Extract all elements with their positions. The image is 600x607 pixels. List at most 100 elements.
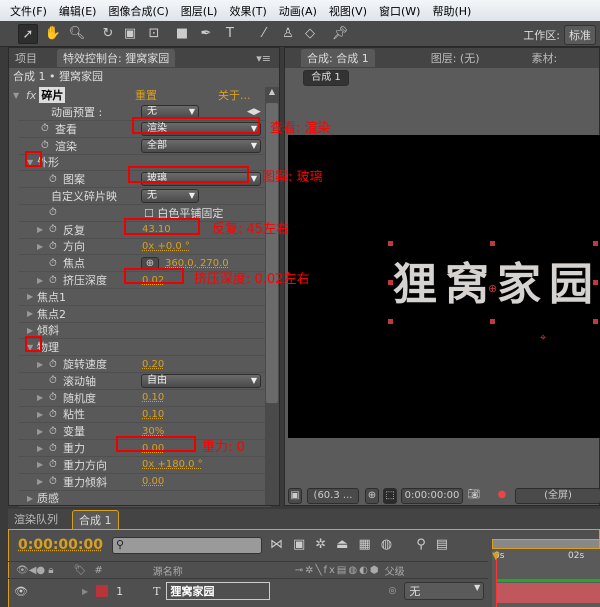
stopwatch-icon[interactable]: ⏱︎ <box>49 207 61 218</box>
about-link[interactable]: 关于... <box>218 87 251 103</box>
menu-item[interactable]: 视图(V) <box>329 3 367 19</box>
expand-triangle-icon[interactable]: ▶ <box>37 427 47 436</box>
comp-nav-button[interactable]: 合成 1 <box>303 70 349 86</box>
transform-handle[interactable] <box>593 280 598 285</box>
panel-menu-icon[interactable]: ▾≡ <box>256 52 271 65</box>
stopwatch-icon[interactable]: ⏱︎ <box>49 409 61 420</box>
property-value[interactable]: 0.10 <box>142 409 164 420</box>
scroll-up-icon[interactable]: ▲ <box>265 87 279 101</box>
stopwatch-icon[interactable]: ⏱︎ <box>49 258 61 269</box>
stopwatch-icon[interactable]: ⏱︎ <box>49 375 61 386</box>
property-dropdown[interactable]: 无 ▼ <box>141 189 199 203</box>
menu-item[interactable]: 编辑(E) <box>59 3 97 19</box>
snapshot-icon[interactable]: 📷︎ <box>467 488 481 504</box>
puppet-pin-tool-icon[interactable]: 📌︎ <box>330 24 350 44</box>
work-area-bar[interactable] <box>492 539 600 549</box>
visibility-eye-icon[interactable]: 👁︎ <box>14 585 28 598</box>
tab-timeline-comp[interactable]: 合成 1 <box>72 509 119 529</box>
stopwatch-icon[interactable]: ⏱︎ <box>49 241 61 252</box>
property-value[interactable]: 0.10 <box>142 392 164 403</box>
stopwatch-icon[interactable]: ⏱︎ <box>49 174 61 185</box>
grid-icon[interactable]: ⊕ <box>365 488 379 504</box>
collapsed-triangle-icon[interactable]: ▶ <box>27 309 37 318</box>
expand-triangle-icon[interactable]: ▶ <box>37 460 47 469</box>
transform-handle[interactable] <box>388 319 393 324</box>
group-label[interactable]: 焦点1 <box>37 289 66 305</box>
always-preview-icon[interactable]: ▣ <box>288 488 302 504</box>
collapse-triangle-icon[interactable]: ▼ <box>13 91 23 100</box>
expand-triangle-icon[interactable]: ▶ <box>37 276 47 285</box>
stopwatch-icon[interactable]: ⏱︎ <box>49 392 61 403</box>
text-tool-icon[interactable]: T <box>220 24 240 44</box>
playhead-handle-icon[interactable]: ▼ <box>492 551 500 562</box>
rectangle-tool-icon[interactable]: ■ <box>172 24 192 44</box>
expand-triangle-icon[interactable]: ▶ <box>37 393 47 402</box>
expand-triangle-icon[interactable]: ▶ <box>37 477 47 486</box>
layer-duration-bar[interactable] <box>496 583 600 603</box>
expand-triangle-icon[interactable]: ▶ <box>82 587 88 596</box>
reset-link[interactable]: 重置 <box>135 87 157 103</box>
stopwatch-icon[interactable]: ⏱︎ <box>49 275 61 286</box>
expand-triangle-icon[interactable]: ▶ <box>37 410 47 419</box>
transform-handle[interactable] <box>388 280 393 285</box>
pen-tool-icon[interactable]: ✒ <box>196 24 216 44</box>
composition-viewer[interactable]: 狸窝家园 ⊕ ⌖ <box>288 135 600 438</box>
col-source-name[interactable]: 源名称 <box>153 563 183 578</box>
anchor-point-icon[interactable]: ⊕ <box>488 282 497 295</box>
collapsed-triangle-icon[interactable]: ▶ <box>27 326 37 335</box>
brush-tool-icon[interactable]: ⁄ <box>254 24 274 44</box>
stopwatch-icon[interactable]: ⏱︎ <box>49 476 61 487</box>
property-value[interactable]: 0.00 <box>142 476 164 487</box>
preset-nav-icon[interactable]: ◀▶ <box>247 107 261 117</box>
group-label[interactable]: 焦点2 <box>37 306 66 322</box>
scrollbar-thumb[interactable] <box>266 103 278 403</box>
magnification-dropdown[interactable]: (60.3 ... <box>307 488 359 504</box>
menu-item[interactable]: 图层(L) <box>181 3 218 19</box>
effect-name[interactable]: 碎片 <box>39 87 66 103</box>
stopwatch-icon[interactable]: ⏱︎ <box>49 459 61 470</box>
transform-handle[interactable] <box>593 319 598 324</box>
parent-pickwhip-icon[interactable]: ◎ <box>388 586 396 596</box>
tab-footage[interactable]: 素材: <box>526 49 564 67</box>
timeline-timecode[interactable]: 0:00:00:00 <box>18 537 103 553</box>
transform-handle[interactable] <box>490 241 495 246</box>
group-label[interactable]: 质感 <box>37 490 59 506</box>
stopwatch-icon[interactable]: ⏱︎ <box>49 224 61 235</box>
zoom-tool-icon[interactable]: 🔍︎ <box>67 24 87 44</box>
stopwatch-icon[interactable]: ⏱︎ <box>49 443 61 454</box>
expand-triangle-icon[interactable]: ▶ <box>37 242 47 251</box>
layer-name[interactable]: 狸窝家园 <box>166 582 271 600</box>
transform-handle[interactable] <box>388 241 393 246</box>
stopwatch-icon[interactable]: ⏱︎ <box>41 140 53 151</box>
stopwatch-icon[interactable]: ⏱︎ <box>49 359 61 370</box>
tab-project[interactable]: 项目 <box>9 49 43 67</box>
expand-triangle-icon[interactable]: ▶ <box>37 444 47 453</box>
collapsed-triangle-icon[interactable]: ▶ <box>27 494 37 503</box>
stopwatch-icon[interactable]: ⏱︎ <box>41 123 53 134</box>
property-value[interactable]: 0.20 <box>142 359 164 370</box>
transparency-grid-icon[interactable]: ⬚ <box>383 488 397 504</box>
transform-handle[interactable] <box>593 241 598 246</box>
property-value[interactable]: 0x +180.0 ° <box>142 459 203 470</box>
tab-composition[interactable]: 合成: 合成 1 <box>301 49 375 67</box>
eraser-tool-icon[interactable]: ◇ <box>300 24 320 44</box>
timeline-search-input[interactable]: ⚲ <box>112 537 262 554</box>
layer-label-color[interactable] <box>96 585 109 597</box>
viewer-timecode[interactable]: 0:00:00:00 <box>401 488 463 504</box>
selection-tool-icon[interactable]: ➚ <box>18 24 38 44</box>
collapsed-triangle-icon[interactable]: ▶ <box>27 292 37 301</box>
channel-icon[interactable]: ● <box>495 488 509 504</box>
menu-item[interactable]: 窗口(W) <box>379 3 420 19</box>
expand-triangle-icon[interactable]: ▶ <box>37 225 47 234</box>
menu-item[interactable]: 帮助(H) <box>432 3 471 19</box>
property-dropdown[interactable]: 自由 ▼ <box>141 373 261 388</box>
tab-render-queue[interactable]: 渲染队列 <box>8 510 64 528</box>
property-dropdown[interactable]: 全部 ▼ <box>141 138 261 153</box>
expand-triangle-icon[interactable]: ▶ <box>37 360 47 369</box>
camera-tool-icon[interactable]: ▣ <box>120 24 140 44</box>
menu-item[interactable]: 动画(A) <box>279 3 317 19</box>
time-ruler[interactable]: 0s 02s ▼ <box>492 539 600 607</box>
scrollbar[interactable]: ▲ <box>265 87 279 505</box>
resolution-dropdown[interactable]: (全屏) <box>515 488 600 504</box>
menu-item[interactable]: 效果(T) <box>229 3 266 19</box>
